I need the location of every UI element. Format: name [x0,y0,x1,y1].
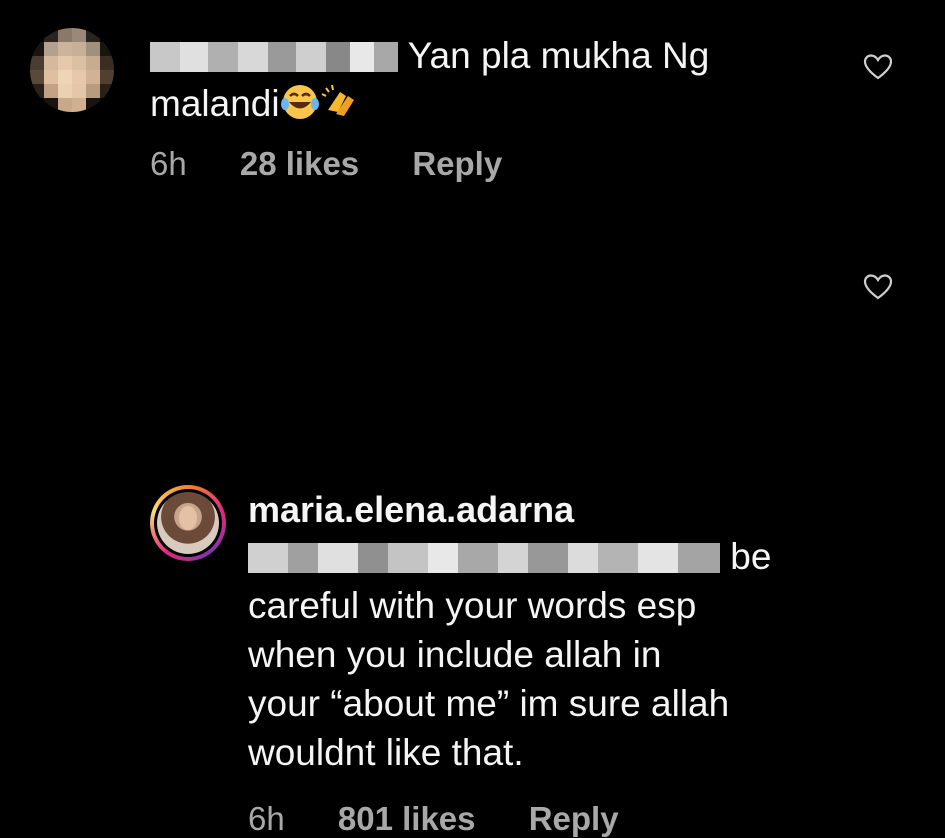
comment-meta: 6h 801 likes Reply [248,800,663,838]
reply-text-line: careful with your words esp [248,585,697,626]
laughing-crying-emoji-icon [280,85,319,119]
reply-text: maria.elena.adarna be careful with your … [248,488,848,777]
reply-text-suffix: be [730,536,772,577]
comment-text-line2: malandi [150,83,280,124]
reply-comment-item: maria.elena.adarna be careful with your … [0,235,945,837]
comment-text-line1: Yan pla mukha Ng [407,35,710,76]
avatar-pixelated[interactable] [30,28,114,112]
comment-meta: 6h 28 likes Reply [150,145,546,183]
profile-photo [157,492,219,554]
reply-button[interactable]: Reply [412,145,502,182]
clapping-hands-emoji-icon [321,84,354,116]
comment-time: 6h [150,145,187,182]
reply-button[interactable]: Reply [529,800,619,837]
reply-text-line: your “about me” im sure allah [248,683,730,724]
username-redacted[interactable] [150,42,398,72]
comment-time: 6h [248,800,285,837]
mention-redacted[interactable] [248,543,720,573]
reply-text-line: when you include allah in [248,634,662,675]
comment-text: Yan pla mukha Ng malandi [150,32,790,128]
likes-count[interactable]: 801 likes [338,800,476,837]
like-heart-icon[interactable] [863,53,893,81]
reply-text-line: wouldnt like that. [248,732,524,773]
comment-item: Yan pla mukha Ng malandi 6h 28 likes Rep… [0,0,945,200]
likes-count[interactable]: 28 likes [240,145,359,182]
avatar[interactable] [150,485,226,561]
like-heart-icon[interactable] [863,273,893,301]
comment-username[interactable]: maria.elena.adarna [248,488,848,532]
